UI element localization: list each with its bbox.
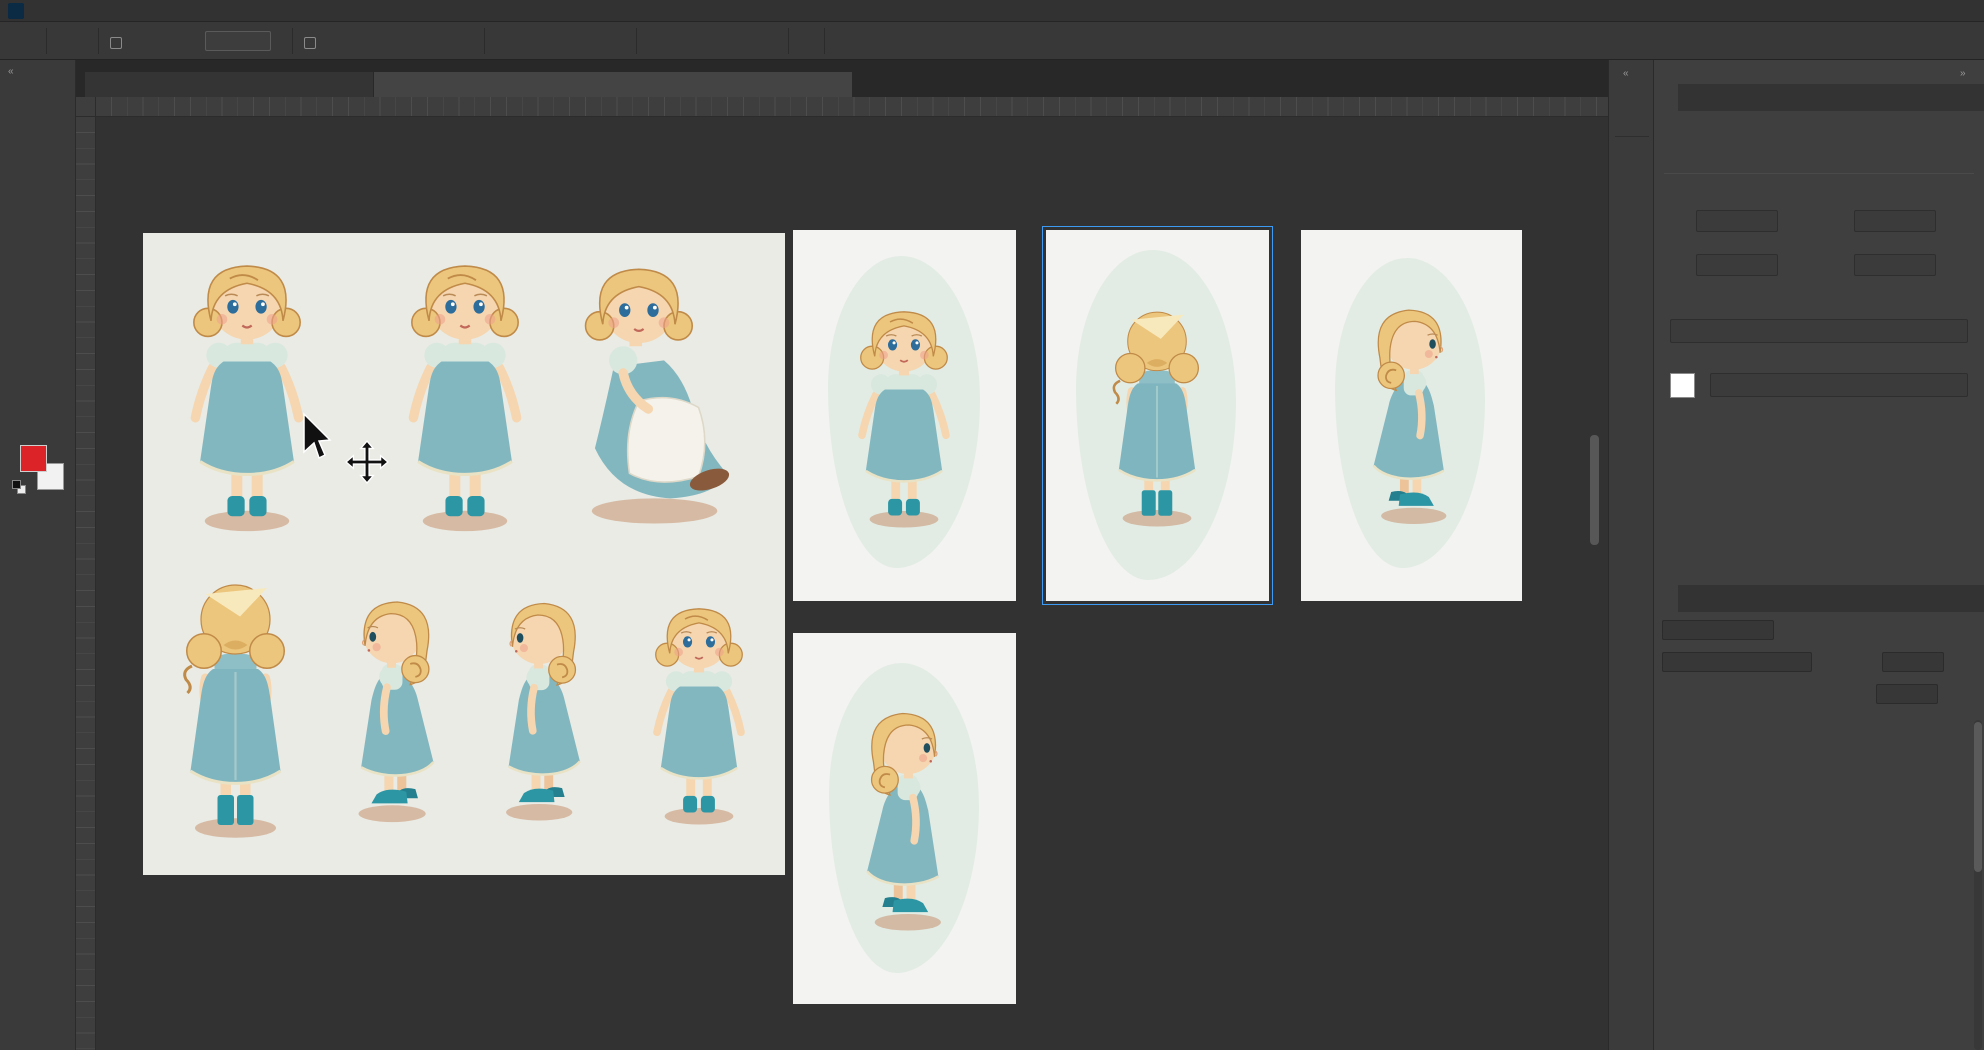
tab-consistent-character-design[interactable] bbox=[374, 72, 852, 97]
menu-bar bbox=[0, 0, 1984, 22]
pointer-cursor bbox=[301, 412, 335, 462]
fill-dropdown[interactable] bbox=[1876, 684, 1938, 704]
reference-image[interactable] bbox=[143, 233, 785, 875]
y-field[interactable] bbox=[1854, 254, 1936, 276]
canvas-vertical-scrollbar[interactable] bbox=[1590, 435, 1599, 545]
opacity-dropdown[interactable] bbox=[1882, 652, 1944, 672]
tab-untitled-1[interactable] bbox=[85, 72, 373, 97]
collapsed-panels-strip: « bbox=[1608, 60, 1654, 1050]
layers-body bbox=[1654, 612, 1984, 1050]
artboard-1-copy-2[interactable] bbox=[1301, 230, 1522, 601]
tab-layers[interactable] bbox=[1654, 585, 1678, 612]
blend-mode-dropdown[interactable] bbox=[1662, 652, 1812, 672]
canvas-area[interactable] bbox=[96, 117, 1608, 1050]
right-panel: » bbox=[1654, 60, 1984, 1050]
expand-panels-icon[interactable]: « bbox=[1623, 68, 1630, 79]
auto-select-target-dropdown[interactable] bbox=[205, 31, 271, 51]
tab-adjustments[interactable] bbox=[1746, 84, 1770, 111]
tools-panel: « bbox=[0, 60, 76, 1050]
x-field[interactable] bbox=[1696, 254, 1778, 276]
horizontal-ruler[interactable] bbox=[96, 97, 1608, 117]
layer-filter-dropdown[interactable] bbox=[1662, 620, 1774, 640]
artboard-1-copy[interactable] bbox=[1046, 230, 1269, 601]
photoshop-window: « bbox=[0, 0, 1984, 1050]
collapse-panels-icon[interactable]: » bbox=[1960, 68, 1967, 79]
bg-color-dropdown[interactable] bbox=[1710, 373, 1968, 397]
character-pose-side-2 bbox=[473, 563, 613, 863]
auto-select-checkbox[interactable] bbox=[110, 37, 122, 49]
preset-dropdown[interactable] bbox=[1670, 319, 1968, 343]
vertical-ruler[interactable] bbox=[76, 117, 96, 1050]
character-pose-side-1 bbox=[325, 563, 467, 863]
tab-paths[interactable] bbox=[1796, 585, 1820, 612]
ruler-origin-corner[interactable] bbox=[76, 97, 96, 117]
artboard-1-copy-5[interactable] bbox=[793, 633, 1016, 1004]
character-pose-front-3 bbox=[629, 571, 769, 863]
character-pose-front-2 bbox=[379, 249, 551, 549]
character-pose-back bbox=[153, 559, 318, 863]
paragraph-panel-icon[interactable] bbox=[1616, 218, 1648, 248]
brushes-panel-icon[interactable] bbox=[1616, 98, 1648, 128]
properties-tabbar bbox=[1654, 84, 1984, 111]
bg-color-swatch[interactable] bbox=[1670, 373, 1695, 398]
artboard-1[interactable] bbox=[793, 230, 1016, 601]
width-field[interactable] bbox=[1696, 210, 1778, 232]
options-bar bbox=[0, 22, 1984, 60]
default-colors-icon[interactable] bbox=[12, 480, 21, 489]
foreground-color-swatch[interactable] bbox=[20, 445, 47, 472]
height-field[interactable] bbox=[1854, 210, 1936, 232]
document-tabstrip bbox=[76, 60, 1608, 97]
layers-tabbar bbox=[1654, 585, 1984, 612]
move-cursor-icon bbox=[344, 439, 390, 485]
character-pose-kneeling bbox=[551, 255, 755, 541]
character-pose-front-1 bbox=[161, 249, 333, 549]
tab-channels[interactable] bbox=[1716, 585, 1740, 612]
tab-properties[interactable] bbox=[1654, 84, 1678, 111]
photoshop-logo-icon[interactable] bbox=[8, 3, 24, 19]
collapse-toolbar-icon[interactable]: « bbox=[8, 66, 15, 77]
show-transform-checkbox[interactable] bbox=[304, 37, 316, 49]
character-panel-icon[interactable] bbox=[1616, 168, 1648, 198]
properties-body bbox=[1654, 111, 1984, 585]
layers-scrollbar[interactable] bbox=[1974, 720, 1982, 1050]
